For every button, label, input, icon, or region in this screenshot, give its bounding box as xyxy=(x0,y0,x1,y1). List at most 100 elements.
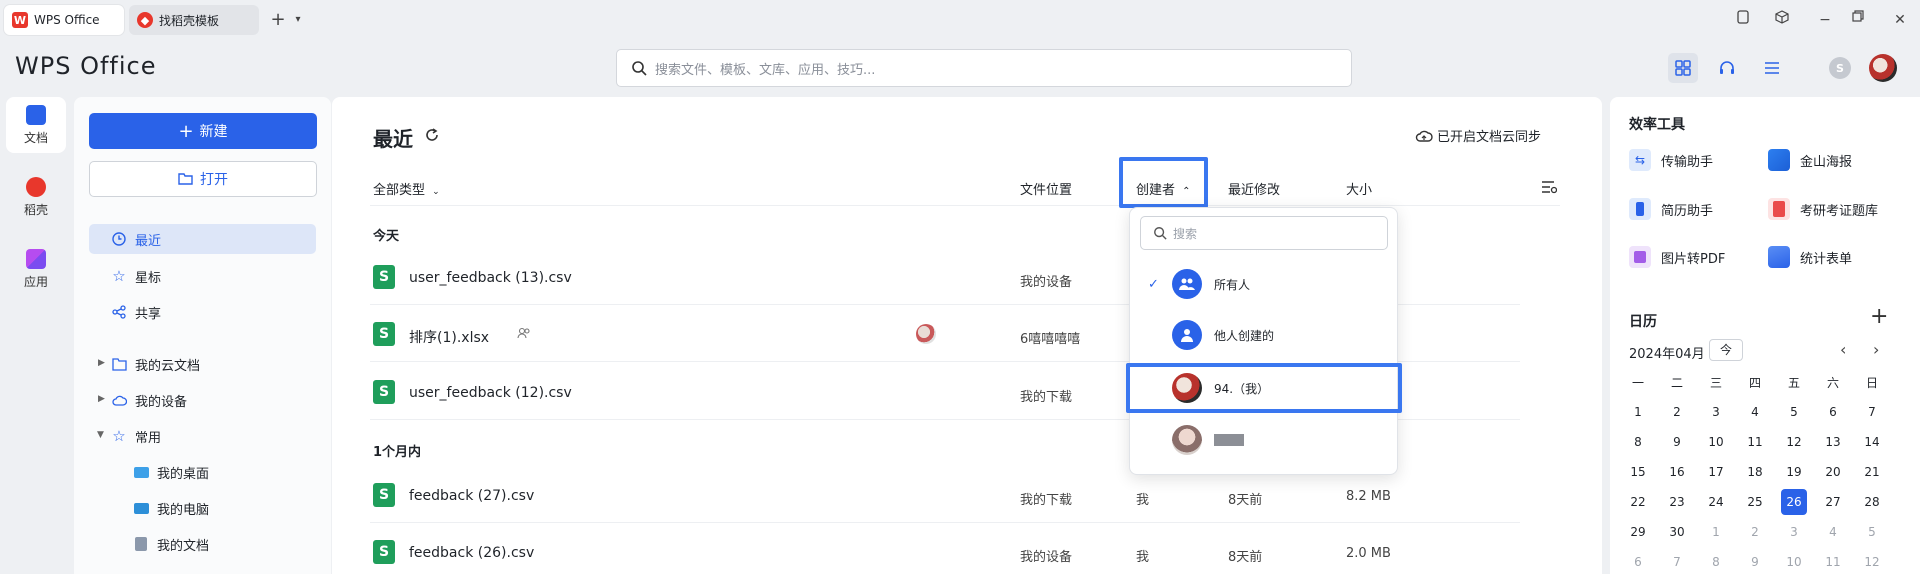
nav-item-cloud-docs[interactable]: 我的云文档 xyxy=(111,349,200,379)
calendar-day[interactable]: 5 xyxy=(1859,519,1885,545)
calendar-day[interactable]: 23 xyxy=(1664,489,1690,515)
rail-documents[interactable]: 文档 xyxy=(6,97,66,153)
calendar-day[interactable]: 18 xyxy=(1742,459,1768,485)
column-location[interactable]: 文件位置 xyxy=(1020,179,1072,198)
calendar-day[interactable]: 11 xyxy=(1742,429,1768,455)
rail-apps[interactable]: 应用 xyxy=(6,241,66,297)
calendar-day[interactable]: 11 xyxy=(1820,549,1846,574)
headset-icon[interactable] xyxy=(1712,53,1742,83)
close-icon[interactable]: ✕ xyxy=(1890,10,1910,30)
calendar-day[interactable]: 12 xyxy=(1781,429,1807,455)
calendar-day[interactable]: 2 xyxy=(1664,399,1690,425)
calendar-day[interactable]: 7 xyxy=(1664,549,1690,574)
type-filter-dropdown[interactable]: 全部类型 ⌄ xyxy=(373,179,440,198)
nav-label: 常用 xyxy=(135,430,162,446)
calendar-day[interactable]: 8 xyxy=(1625,429,1651,455)
table-row[interactable]: S feedback (26).csv 我的设备 我 8天前 2.0 MB xyxy=(370,524,1520,574)
tab-wps-office[interactable]: W WPS Office xyxy=(4,5,124,35)
nav-item-starred[interactable]: ☆ 星标 xyxy=(111,261,161,291)
nav-item-my-documents[interactable]: 我的文档 xyxy=(133,529,209,559)
calendar-day[interactable]: 6 xyxy=(1625,549,1651,574)
nav-item-shared[interactable]: 共享 xyxy=(111,297,161,327)
column-settings-icon[interactable] xyxy=(1541,180,1557,194)
calendar-day[interactable]: 1 xyxy=(1625,399,1651,425)
nav-item-common[interactable]: ☆ 常用 xyxy=(111,421,161,451)
nav-label: 我的云文档 xyxy=(135,358,201,374)
table-row[interactable]: S feedback (27).csv 我的下载 我 8天前 8.2 MB xyxy=(370,467,1520,523)
nav-item-my-computer[interactable]: 我的电脑 xyxy=(133,493,209,523)
tool-resume-assistant[interactable]: 简历助手 xyxy=(1629,194,1713,224)
creator-option-others[interactable]: 他人创建的 xyxy=(1130,312,1397,358)
calendar-day[interactable]: 3 xyxy=(1703,399,1729,425)
next-month-chevron-icon[interactable]: › xyxy=(1873,340,1879,359)
calendar-day[interactable]: 10 xyxy=(1703,429,1729,455)
page-title: 最近 xyxy=(373,127,413,151)
calendar-day[interactable]: 9 xyxy=(1664,429,1690,455)
calendar-day[interactable]: 5 xyxy=(1781,399,1807,425)
calendar-day[interactable]: 12 xyxy=(1859,549,1885,574)
creator-search-input[interactable]: 搜索 xyxy=(1140,216,1388,250)
minimize-icon[interactable]: − xyxy=(1815,10,1835,30)
calendar-day[interactable]: 8 xyxy=(1703,549,1729,574)
calendar-day[interactable]: 3 xyxy=(1781,519,1807,545)
calendar-day[interactable]: 15 xyxy=(1625,459,1651,485)
calendar-day[interactable]: 22 xyxy=(1625,489,1651,515)
calendar-day[interactable]: 7 xyxy=(1859,399,1885,425)
expand-caret-icon[interactable]: ▶ xyxy=(98,358,105,368)
new-tab-plus-icon[interactable]: + xyxy=(268,10,288,30)
nav-item-my-devices[interactable]: 我的设备 xyxy=(111,385,187,415)
menu-list-icon[interactable] xyxy=(1757,53,1787,83)
calendar-day[interactable]: 29 xyxy=(1625,519,1651,545)
tab-docer-templates[interactable]: ◆ 找稻壳模板 xyxy=(129,5,259,35)
prev-month-chevron-icon[interactable]: ‹ xyxy=(1840,340,1846,359)
tool-image-to-pdf[interactable]: 图片转PDF xyxy=(1629,242,1725,272)
today-button[interactable]: 今 xyxy=(1709,339,1743,361)
collapse-caret-icon[interactable]: ▼ xyxy=(97,430,104,440)
calendar-day[interactable]: 10 xyxy=(1781,549,1807,574)
calendar-day[interactable]: 1 xyxy=(1703,519,1729,545)
calendar-day[interactable]: 20 xyxy=(1820,459,1846,485)
calendar-day[interactable]: 28 xyxy=(1859,489,1885,515)
user-avatar[interactable] xyxy=(1868,53,1898,83)
calendar-day[interactable]: 30 xyxy=(1664,519,1690,545)
tool-stat-form[interactable]: 统计表单 xyxy=(1768,242,1852,272)
multi-window-icon[interactable] xyxy=(1736,10,1756,30)
creator-option-everyone[interactable]: ✓ 所有人 xyxy=(1130,261,1397,307)
calendar-day[interactable]: 24 xyxy=(1703,489,1729,515)
calendar-day[interactable]: 9 xyxy=(1742,549,1768,574)
new-button[interactable]: + 新建 xyxy=(89,113,317,149)
column-modified[interactable]: 最近修改 xyxy=(1228,179,1280,198)
nav-item-my-desktop[interactable]: 我的桌面 xyxy=(133,457,209,487)
open-button[interactable]: 打开 xyxy=(89,161,317,197)
cloud-sync-status[interactable]: 已开启文档云同步 xyxy=(1415,126,1541,145)
column-size[interactable]: 大小 xyxy=(1346,179,1372,198)
calendar-day[interactable]: 2 xyxy=(1742,519,1768,545)
calendar-day[interactable]: 21 xyxy=(1859,459,1885,485)
calendar-day[interactable]: 4 xyxy=(1820,519,1846,545)
calendar-day[interactable]: 16 xyxy=(1664,459,1690,485)
tool-poster[interactable]: 金山海报 xyxy=(1768,145,1852,175)
calendar-day[interactable]: 27 xyxy=(1820,489,1846,515)
nav-item-recent[interactable]: 最近 xyxy=(89,224,316,254)
grid-view-icon[interactable] xyxy=(1668,53,1698,83)
tool-transfer-assistant[interactable]: ⇆ 传输助手 xyxy=(1629,145,1713,175)
refresh-icon[interactable] xyxy=(424,127,440,143)
cube-icon[interactable] xyxy=(1775,10,1795,30)
calendar-day[interactable]: 4 xyxy=(1742,399,1768,425)
rail-docer[interactable]: 稻壳 xyxy=(6,169,66,225)
calendar-day[interactable]: 14 xyxy=(1859,429,1885,455)
global-search-input[interactable]: 搜索文件、模板、文库、应用、技巧... xyxy=(616,49,1352,87)
tab-list-chevron-icon[interactable]: ▾ xyxy=(288,10,308,30)
calendar-day[interactable]: 13 xyxy=(1820,429,1846,455)
add-event-plus-icon[interactable]: + xyxy=(1870,304,1888,329)
calendar-day[interactable]: 25 xyxy=(1742,489,1768,515)
calendar-day[interactable]: 17 xyxy=(1703,459,1729,485)
calendar-day[interactable]: 19 xyxy=(1781,459,1807,485)
creator-option-other-user[interactable] xyxy=(1130,417,1397,463)
expand-caret-icon[interactable]: ▶ xyxy=(98,394,105,404)
restore-icon[interactable] xyxy=(1852,10,1872,30)
calendar-day-today[interactable]: 26 xyxy=(1781,489,1807,515)
membership-badge-icon[interactable]: S xyxy=(1825,53,1855,83)
calendar-day[interactable]: 6 xyxy=(1820,399,1846,425)
tool-exam-bank[interactable]: 考研考证题库 xyxy=(1768,194,1878,224)
